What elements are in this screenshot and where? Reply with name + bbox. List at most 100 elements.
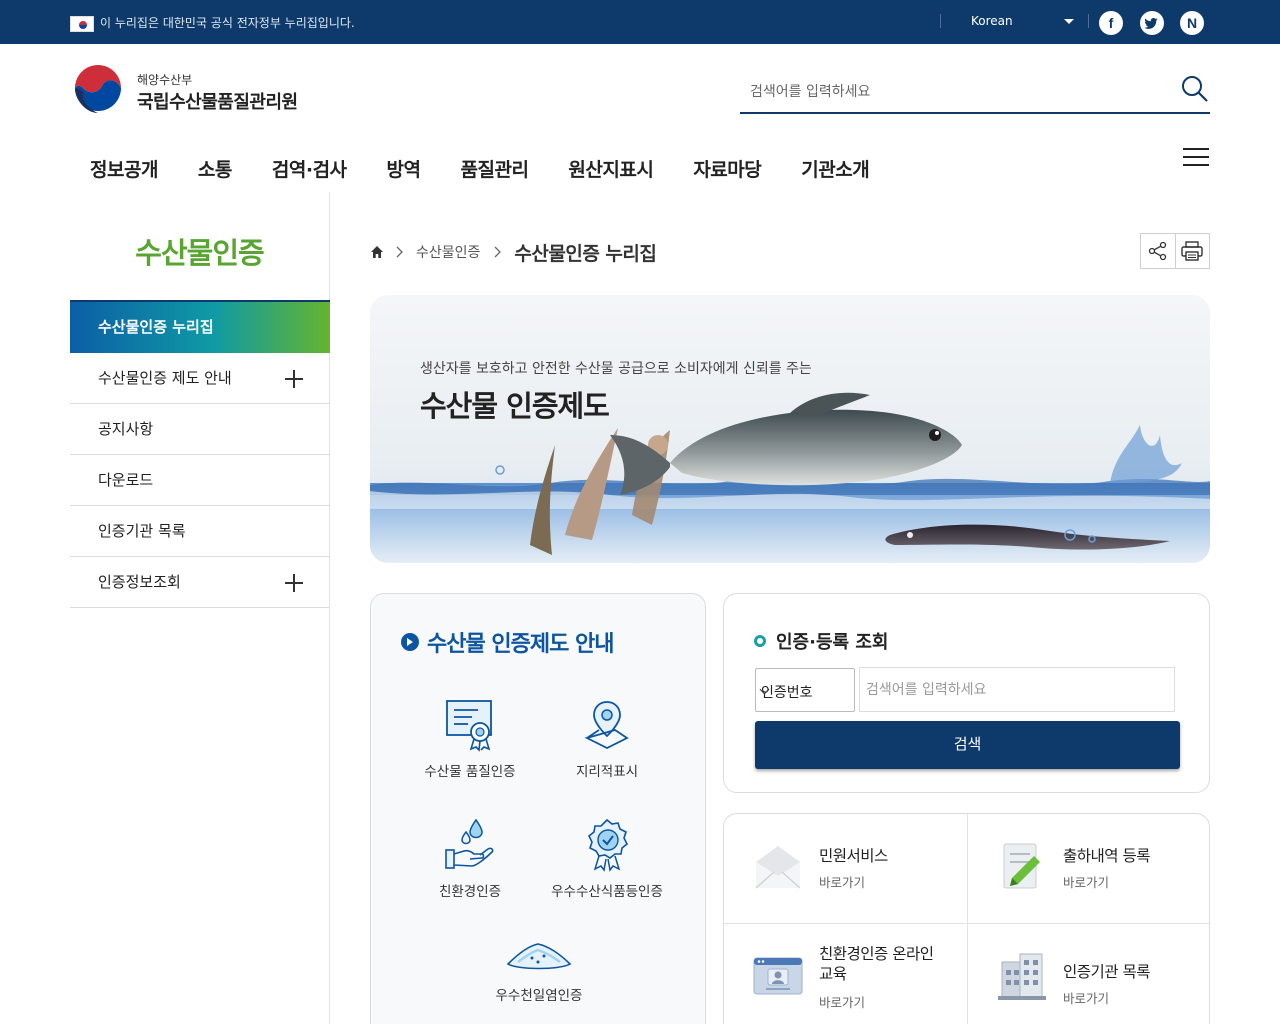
sidebar-item-download[interactable]: 다운로드 [70,455,330,506]
government-logo-icon[interactable] [72,64,124,116]
sidebar-item-label: 인증정보조회 [98,573,181,591]
header-search [740,70,1210,114]
panel-title-text: 수산물 인증제도 안내 [427,632,614,657]
page-title: 수산물인증 누리집 [514,242,657,265]
lookup-type-select[interactable]: 인증번호 [755,668,855,712]
quick-link-title-line: 교육 [819,965,847,983]
banner-subtitle: 생산자를 보호하고 안전한 수산물 공급으로 소비자에게 신뢰를 주는 [420,361,812,377]
gnb-item[interactable]: 소통 [198,155,232,195]
gnb-item[interactable]: 정보공개 [90,155,158,195]
sidebar-item-nurijip[interactable]: 수산물인증 누리집 [70,302,330,353]
banner-title: 수산물 인증제도 [420,389,610,423]
printer-icon [1181,241,1204,261]
gov-banner: 이 누리집은 대한민국 공식 전자정부 누리집입니다. Korean f N [0,0,1280,44]
korea-flag-icon [70,16,94,32]
cert-item-label: 수산물 품질인증 [424,764,516,780]
cert-item-geographic[interactable]: 지리적표시 [537,696,677,780]
certificate-icon [446,700,492,752]
sidebar-item-label: 인증기관 목록 [98,522,186,540]
document-pen-icon [1003,843,1040,889]
seafood-illustration [370,392,1210,563]
divider [940,14,941,28]
salt-pile-icon [506,943,572,970]
share-button[interactable] [1141,234,1175,268]
map-pin-icon [584,701,629,750]
quick-link-shortcut: 바로가기 [1063,875,1110,890]
hero-banner: 생산자를 보호하고 안전한 수산물 공급으로 소비자에게 신뢰를 주는 수산물 … [370,295,1210,563]
quick-link-shortcut: 바로가기 [819,995,866,1010]
play-circle-icon [401,633,419,651]
twitter-icon[interactable] [1140,11,1164,35]
chevron-right-icon [396,246,403,258]
language-select[interactable]: Korean [971,14,1013,28]
quick-links-panel: 민원서비스 바로가기 출하내역 등록 바로가기 친환경인증 온라인 교육 바로가… [723,813,1210,1024]
chevron-right-icon [494,246,502,258]
lookup-title-text: 인증·등록 조회 [776,632,889,653]
gov-banner-text: 이 누리집은 대한민국 공식 전자정부 누리집입니다. [100,16,355,30]
badge-check-icon [587,818,629,872]
envelope-icon [755,846,801,889]
page-tools [1140,233,1210,269]
certification-lookup-panel: 인증·등록 조회 인증번호 검색 [723,593,1210,793]
hamburger-menu-icon[interactable] [1183,147,1211,169]
sidebar-item-system-guide[interactable]: 수산물인증 제도 안내 [70,353,330,404]
logo-subtitle: 해양수산부 [137,73,193,87]
lookup-title: 인증·등록 조회 [754,628,888,654]
quick-link-eco-education[interactable]: 친환경인증 온라인 교육 바로가기 [724,924,967,1024]
cert-item-eco[interactable]: 친환경인증 [400,816,540,900]
lookup-search-input[interactable] [859,667,1175,712]
cert-item-salt[interactable]: 우수천일염인증 [469,936,609,1004]
search-icon[interactable] [1180,74,1210,104]
water-hand-icon [445,818,494,869]
print-button[interactable] [1174,234,1209,268]
quick-link-title: 인증기관 목록 [1063,963,1151,981]
search-input[interactable] [740,78,1160,106]
quick-link-agency-list[interactable]: 인증기관 목록 바로가기 [968,924,1209,1024]
cert-item-excellent[interactable]: 우수수산식품등인증 [537,816,677,900]
cert-item-label: 우수수산식품등인증 [551,884,663,900]
certification-guide-panel: 수산물 인증제도 안내 수산물 품질인증 지리적표시 친환경인증 우수수산식품등… [370,593,706,1024]
quick-link-title: 민원서비스 [819,847,888,865]
sidebar-item-label: 수산물인증 제도 안내 [98,369,232,387]
sidebar-menu: 수산물인증 누리집 수산물인증 제도 안내 공지사항 다운로드 인증기관 목록 … [70,300,330,608]
quick-link-title-line: 친환경인증 온라인 [819,945,934,963]
cert-item-label: 우수천일염인증 [495,988,583,1004]
quick-link-shortcut: 바로가기 [1063,991,1110,1006]
sidebar-item-label: 공지사항 [98,420,154,438]
plus-icon[interactable] [285,574,303,592]
naver-blog-icon[interactable]: N [1180,11,1204,35]
gnb-item[interactable]: 품질관리 [461,155,529,195]
breadcrumb: 수산물인증 수산물인증 누리집 [370,240,657,265]
logo-title[interactable]: 국립수산물품질관리원 [137,88,298,114]
online-education-icon [753,957,803,995]
quick-link-title: 출하내역 등록 [1063,847,1151,865]
sidebar-title: 수산물인증 [135,236,264,270]
building-icon [998,953,1046,1000]
quick-link-shortcut: 바로가기 [819,875,866,890]
gnb-item[interactable]: 원산지표시 [568,155,653,195]
quick-link-civil-service[interactable]: 민원서비스 바로가기 [724,814,967,923]
gnb-item[interactable]: 자료마당 [693,155,761,195]
gnb-item[interactable]: 방역 [387,155,421,195]
cert-item-quality[interactable]: 수산물 품질인증 [400,696,540,780]
lookup-search-button[interactable]: 검색 [755,721,1180,769]
gnb-item[interactable]: 기관소개 [801,155,869,195]
divider [1088,14,1089,28]
circle-bullet-icon [754,635,766,647]
gnb-item[interactable]: 검역·검사 [272,155,347,195]
quick-link-title: 친환경인증 온라인 교육 [819,944,934,984]
lookup-select-value: 인증번호 [761,685,813,701]
chevron-down-icon[interactable] [1064,19,1074,24]
breadcrumb-item[interactable]: 수산물인증 [416,242,480,262]
facebook-icon[interactable]: f [1099,11,1123,35]
home-icon[interactable] [370,245,384,259]
sidebar-item-agency-list[interactable]: 인증기관 목록 [70,506,330,557]
plus-icon[interactable] [285,370,303,388]
sidebar-item-label: 수산물인증 누리집 [98,318,214,336]
quick-link-shipment[interactable]: 출하내역 등록 바로가기 [968,814,1209,923]
cert-item-label: 친환경인증 [438,884,502,900]
share-icon [1148,241,1167,261]
sidebar-item-notice[interactable]: 공지사항 [70,404,330,455]
panel-title: 수산물 인증제도 안내 [401,626,614,658]
sidebar-item-cert-lookup[interactable]: 인증정보조회 [70,557,330,608]
